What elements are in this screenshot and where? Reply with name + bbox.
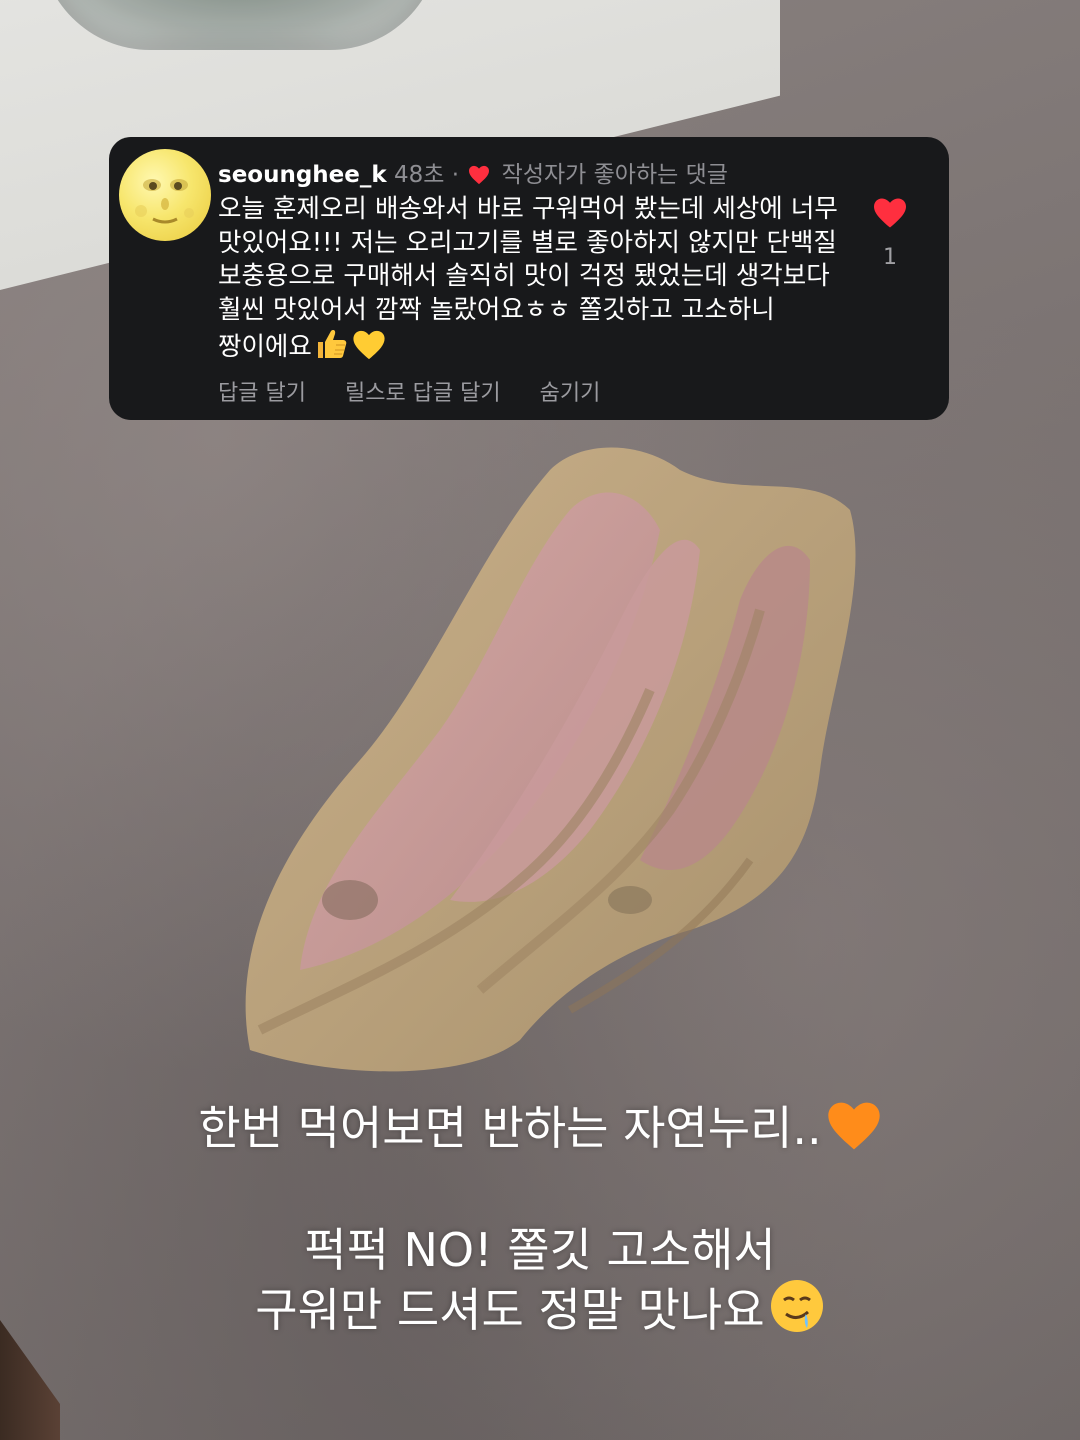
separator-dot: · <box>451 162 460 188</box>
caption-text-3: 구워만 드셔도 정말 맛나요 <box>255 1283 765 1337</box>
comment-time: 48초 <box>393 162 445 188</box>
wooden-board-edge <box>0 1320 60 1440</box>
comment-text: 오늘 훈제오리 배송와서 바로 구워먹어 봤는데 세상에 너무 맛있어요!!! … <box>218 193 858 365</box>
author-liked-heart-icon <box>469 165 490 185</box>
drooling-face-icon <box>770 1280 823 1332</box>
caption-line-3: 구워만 드셔도 정말 맛나요 <box>0 1278 1080 1338</box>
full-moon-face-icon <box>135 179 194 224</box>
caption-text-1: 한번 먹어보면 반하는 자연누리.. <box>198 1101 822 1155</box>
caption-text-2: 퍽퍽 NO! 쫄깃 고소해서 <box>304 1223 776 1277</box>
yellow-heart-icon <box>353 330 385 360</box>
comment-header: seounghee_k 48초 · 작성자가 좋아하는 댓글 <box>218 155 728 189</box>
author-liked-label: 작성자가 좋아하는 댓글 <box>501 162 728 188</box>
avatar[interactable] <box>119 149 211 241</box>
comment-text-content: 오늘 훈제오리 배송와서 바로 구워먹어 봤는데 세상에 너무 맛있어요!!! … <box>218 194 838 362</box>
orange-heart-icon <box>827 1102 880 1150</box>
caption-line-1: 한번 먹어보면 반하는 자연누리.. <box>0 1100 1080 1156</box>
hide-button[interactable]: 숨기기 <box>540 381 601 406</box>
like-count: 1 <box>883 245 897 270</box>
caption-block-2: 퍽퍽 NO! 쫄깃 고소해서 구워만 드셔도 정말 맛나요 <box>0 1222 1080 1338</box>
like-heart-icon[interactable] <box>872 197 908 229</box>
comment-actions: 답글 달기 릴스로 답글 달기 숨기기 <box>218 375 632 407</box>
sliced-smoked-duck-image <box>245 447 856 1072</box>
reply-button[interactable]: 답글 달기 <box>218 381 306 406</box>
comment-card: seounghee_k 48초 · 작성자가 좋아하는 댓글 오늘 훈제오리 배… <box>109 137 949 420</box>
thumbs-up-icon <box>317 330 347 358</box>
reply-with-reels-button[interactable]: 릴스로 답글 달기 <box>345 381 501 406</box>
comment-username[interactable]: seounghee_k <box>218 162 387 188</box>
